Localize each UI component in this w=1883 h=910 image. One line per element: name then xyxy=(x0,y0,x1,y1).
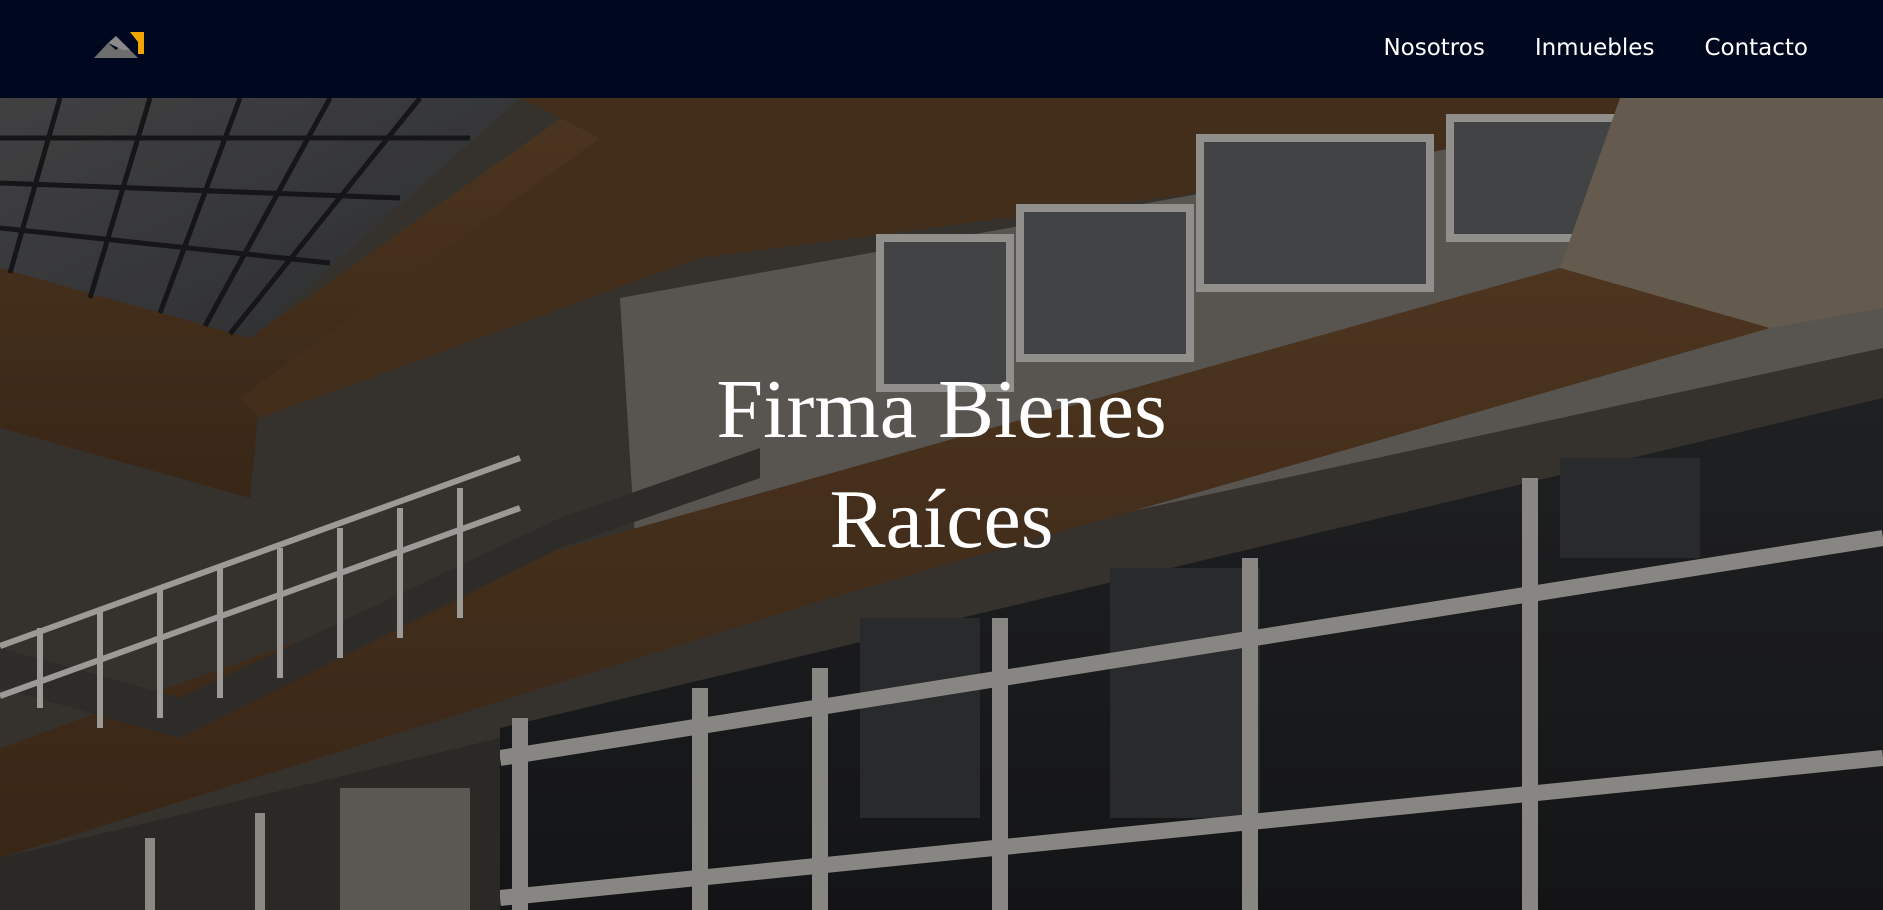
hero-title-line-2: Raíces xyxy=(829,473,1054,566)
top-navbar: Nosotros Inmuebles Contacto xyxy=(0,0,1883,98)
main-nav: Nosotros Inmuebles Contacto xyxy=(1383,35,1808,61)
brand-logo-icon[interactable] xyxy=(94,28,146,58)
nav-link-nosotros[interactable]: Nosotros xyxy=(1383,35,1484,61)
hero-title-line-1: Firma Bienes xyxy=(716,363,1167,456)
nav-link-inmuebles[interactable]: Inmuebles xyxy=(1535,35,1655,61)
hero-section: Firma Bienes Raíces xyxy=(0,98,1883,910)
hero-title: Firma Bienes Raíces xyxy=(0,355,1883,575)
nav-link-contacto[interactable]: Contacto xyxy=(1704,35,1808,61)
